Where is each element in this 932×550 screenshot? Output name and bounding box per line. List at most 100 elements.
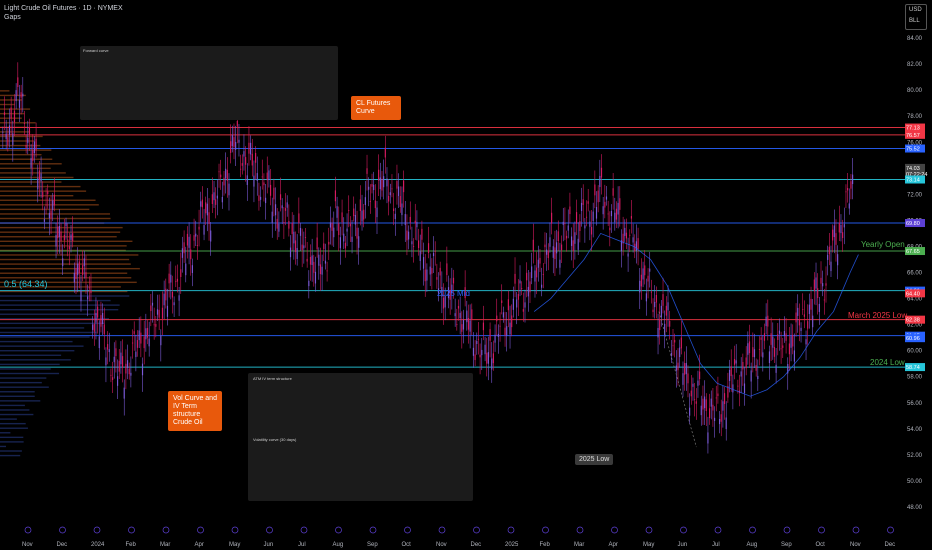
candle-body [639, 280, 641, 293]
currency-unit-box[interactable]: USD BLL [905, 4, 927, 30]
candle-body [231, 135, 233, 147]
candle-body [424, 269, 426, 282]
y-axis-tick: 82.00 [907, 62, 923, 68]
unit-label: BLL [909, 18, 920, 24]
candle-body [569, 206, 571, 215]
volume-profile-bar [0, 181, 62, 183]
candle-body [462, 319, 465, 330]
volume-profile-bar [0, 363, 60, 366]
candle-body [198, 226, 200, 230]
earnings-event-icon [887, 526, 894, 534]
candle-body [840, 224, 842, 234]
candle-body [743, 383, 746, 393]
candle-body [697, 380, 699, 386]
candle-body [595, 206, 598, 219]
candle-body [830, 261, 832, 272]
x-axis-tick: Apr [609, 542, 618, 548]
candle-body [107, 344, 109, 350]
candle-body [156, 309, 159, 315]
candle-body [504, 327, 506, 336]
candle-body [233, 137, 235, 147]
candle-body [579, 221, 581, 231]
candle-body [160, 335, 162, 346]
candle-body [667, 302, 669, 311]
candle-body [777, 334, 779, 341]
chart-header: Light Crude Oil Futures · 1D · NYMEX Gap… [4, 4, 123, 22]
candle-body [808, 304, 810, 315]
volume-profile-bar [0, 322, 105, 325]
candle-body [690, 390, 692, 397]
candle-body [471, 309, 473, 320]
volume-profile-bar [0, 103, 15, 106]
candle-body [775, 364, 777, 373]
candle-body [565, 235, 568, 239]
candle-body [813, 279, 815, 292]
volume-profile-bar [0, 331, 97, 334]
candle-body [542, 273, 544, 275]
candle-body [767, 315, 769, 327]
candle-body [577, 238, 579, 250]
earnings-event-icon [128, 526, 135, 534]
candle-body [394, 213, 396, 220]
candle-body [852, 174, 854, 185]
candle-body [745, 357, 747, 369]
candle-body [321, 266, 323, 275]
candle-body [55, 234, 57, 247]
candle-body [93, 323, 95, 332]
candle-body [28, 127, 31, 136]
candle-body [720, 414, 722, 422]
candle-body [276, 218, 278, 229]
candle-body [782, 345, 784, 348]
candle-body [589, 221, 591, 227]
candle-body [246, 175, 248, 185]
candle-body [323, 243, 325, 250]
volume-profile-bar [0, 386, 49, 388]
candle-body [574, 232, 576, 244]
candle-body [783, 331, 786, 337]
candle-body [136, 340, 139, 348]
candle-body [383, 176, 385, 188]
candle-body [113, 356, 115, 363]
candle-body [27, 137, 29, 144]
candle-body [843, 224, 845, 228]
symbol-title[interactable]: Light Crude Oil Futures · 1D · NYMEX [4, 4, 123, 13]
y-axis-tick: 50.00 [907, 479, 923, 485]
candle-body [245, 157, 247, 165]
candle-body [210, 230, 212, 242]
candle-body [283, 222, 285, 223]
candle-body [218, 171, 220, 173]
candle-body [527, 286, 529, 297]
candle-body [619, 198, 621, 210]
candle-body [657, 327, 659, 338]
candle-body [770, 333, 772, 345]
x-axis-tick: Mar [574, 542, 584, 548]
atm-iv-title: ATM IV term structure [253, 376, 292, 381]
x-axis-tick: Aug [333, 542, 344, 548]
candle-body [472, 347, 475, 356]
candle-body [795, 312, 797, 323]
volume-profile-bar [0, 185, 81, 188]
candle-body [486, 352, 488, 364]
candle-body [489, 329, 491, 341]
candle-body [785, 333, 787, 341]
candle-body [53, 194, 55, 206]
candle-body [399, 196, 401, 207]
candle-body [584, 225, 586, 229]
volume-profile-bar [0, 217, 111, 220]
candle-body [263, 182, 265, 186]
candle-body [48, 212, 50, 219]
candle-body [126, 360, 129, 369]
candle-body [644, 265, 646, 276]
candle-body [359, 199, 361, 212]
volume-profile-bar [0, 336, 90, 338]
candle-body [687, 373, 689, 384]
candle-body [765, 316, 767, 327]
indicator-label[interactable]: Gaps [4, 13, 123, 22]
candle-body [532, 239, 534, 252]
candle-body [105, 357, 107, 366]
candle-body [143, 336, 145, 349]
candle-body [191, 265, 193, 274]
candle-body [178, 295, 180, 301]
candle-body [70, 234, 72, 240]
candle-body [557, 231, 559, 242]
